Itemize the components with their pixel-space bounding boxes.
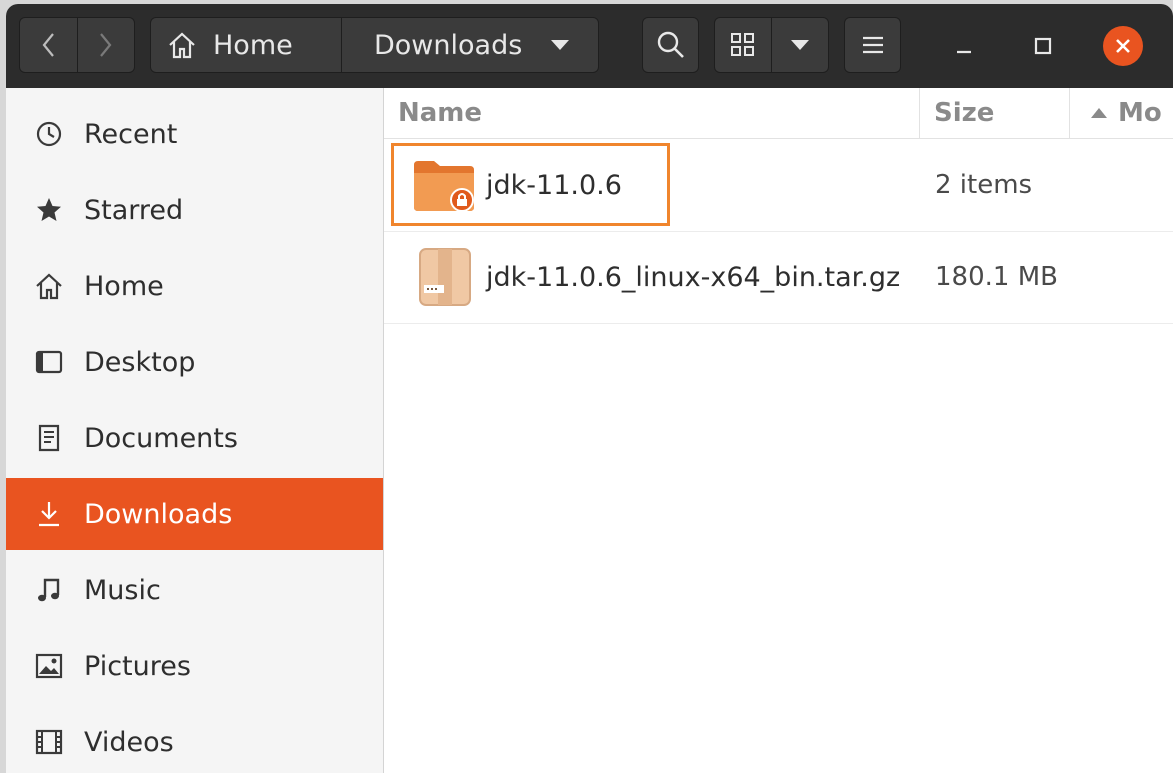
sidebar-item-label: Downloads (84, 498, 233, 530)
music-note-icon (34, 575, 64, 605)
desktop-icon (34, 347, 64, 377)
path-downloads-button[interactable]: Downloads (341, 18, 598, 72)
file-name: jdk-11.0.6 (486, 169, 622, 201)
search-icon (657, 31, 684, 58)
path-home-button[interactable]: Home (151, 18, 341, 72)
sidebar-item-desktop[interactable]: Desktop (6, 326, 383, 398)
clock-icon (34, 119, 64, 149)
column-divider (1069, 88, 1070, 138)
home-icon (169, 32, 195, 59)
locked-folder-icon (414, 161, 474, 212)
sidebar-item-recent[interactable]: Recent (6, 98, 383, 170)
column-modified-header[interactable]: Mo (1090, 88, 1162, 138)
history-navigation (19, 17, 135, 73)
sidebar-item-label: Music (84, 574, 161, 606)
column-divider (919, 88, 920, 138)
sidebar-item-documents[interactable]: Documents (6, 402, 383, 474)
sort-ascending-icon (1091, 108, 1107, 118)
header-bar: Home Downloads (6, 4, 1173, 88)
sidebar-item-label: Recent (84, 118, 178, 150)
places-sidebar: Recent Starred Home Desktop Documents Do… (6, 88, 384, 773)
sidebar-item-label: Videos (84, 726, 174, 758)
grid-icon (731, 33, 754, 56)
caret-down-icon (551, 40, 570, 50)
caret-down-icon (791, 40, 809, 50)
sidebar-item-label: Home (84, 270, 164, 302)
sidebar-item-label: Pictures (84, 650, 191, 682)
sidebar-item-starred[interactable]: Starred (6, 174, 383, 246)
star-icon (34, 195, 64, 225)
maximize-button[interactable] (1023, 26, 1063, 66)
file-size: 2 items (935, 170, 1033, 200)
column-size-header[interactable]: Size (934, 88, 994, 138)
sidebar-item-music[interactable]: Music (6, 554, 383, 626)
back-button[interactable] (20, 18, 77, 72)
main-menu-button[interactable] (844, 17, 901, 73)
maximize-icon (1034, 37, 1052, 55)
sidebar-item-videos[interactable]: Videos (6, 706, 383, 773)
view-menu-button[interactable] (771, 18, 828, 72)
column-header: Name Size Mo (384, 88, 1173, 139)
home-icon (34, 271, 64, 301)
sidebar-item-home[interactable]: Home (6, 250, 383, 322)
search-button[interactable] (642, 17, 699, 73)
picture-icon (34, 651, 64, 681)
file-list-view: Name Size Mo jdk-11.0.6 2 items jdk-11.0… (384, 88, 1173, 773)
sidebar-item-label: Documents (84, 422, 238, 454)
film-icon (34, 727, 64, 757)
forward-button[interactable] (76, 18, 135, 72)
download-icon (34, 499, 64, 529)
path-bar: Home Downloads (150, 17, 599, 73)
sidebar-item-pictures[interactable]: Pictures (6, 630, 383, 702)
chevron-left-icon (42, 33, 55, 57)
file-size: 180.1 MB (935, 262, 1058, 292)
column-name-header[interactable]: Name (398, 88, 482, 138)
file-manager-window: Home Downloads Recent Starred Home Deskt… (6, 4, 1173, 773)
minimize-icon (957, 50, 971, 54)
view-options (714, 17, 829, 73)
minimize-button[interactable] (944, 26, 984, 66)
close-button[interactable] (1103, 26, 1143, 66)
file-name: jdk-11.0.6_linux-x64_bin.tar.gz (486, 261, 901, 293)
path-home-label: Home (213, 29, 293, 61)
chevron-right-icon (99, 33, 112, 57)
sidebar-item-label: Desktop (84, 346, 196, 378)
grid-view-button[interactable] (715, 18, 771, 72)
sidebar-item-downloads[interactable]: Downloads (6, 478, 383, 550)
path-downloads-label: Downloads (374, 29, 523, 61)
archive-icon (419, 248, 471, 306)
hamburger-icon (862, 36, 883, 54)
sidebar-item-label: Starred (84, 194, 184, 226)
file-row-archive[interactable]: jdk-11.0.6_linux-x64_bin.tar.gz 180.1 MB (384, 231, 1173, 324)
document-icon (34, 423, 64, 453)
close-icon (1116, 39, 1130, 53)
file-row-folder[interactable]: jdk-11.0.6 2 items (384, 139, 1173, 232)
